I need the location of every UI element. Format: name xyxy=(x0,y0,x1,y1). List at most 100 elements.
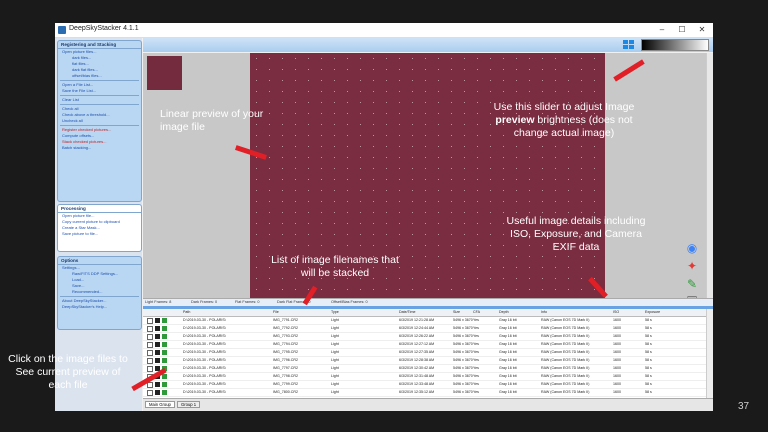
separator xyxy=(60,125,139,126)
table-scrollbar[interactable] xyxy=(706,309,713,398)
row-checkbox[interactable] xyxy=(147,350,153,356)
table-row[interactable]: D:\2019-03-30 - POLARIS\ IMG_7795.CR2 Ligh… xyxy=(143,349,706,357)
table-cell: 58 s xyxy=(645,390,652,394)
row-checkbox[interactable] xyxy=(147,318,153,324)
row-checkbox[interactable] xyxy=(147,334,153,340)
tab-group-1[interactable]: Group 1 xyxy=(177,401,201,408)
table-cell: RAW (Canon EOS 7D Mark II) xyxy=(541,366,590,370)
table-row[interactable]: D:\2019-03-30 - POLARIS\ IMG_7792.CR2 Ligh… xyxy=(143,325,706,333)
table-cell: Light xyxy=(331,318,339,322)
row-checkbox[interactable] xyxy=(147,366,153,372)
table-cell: IMG_7794.CR2 xyxy=(273,342,298,346)
table-cell: Light xyxy=(331,350,339,354)
tab-light[interactable]: Light Frames: 8 xyxy=(145,300,171,304)
table-cell: 5496 x 3670 xyxy=(453,318,473,322)
col-size[interactable]: Size xyxy=(453,310,460,314)
separator xyxy=(60,296,139,297)
sidebar-registering-item[interactable]: Clear List xyxy=(58,97,141,103)
tab-dark[interactable]: Dark Frames: 0 xyxy=(191,300,217,304)
row-checkbox[interactable] xyxy=(147,342,153,348)
table-cell: Gray 16 bit xyxy=(499,350,517,354)
close-button[interactable]: ✕ xyxy=(695,24,709,35)
table-cell: RAW (Canon EOS 7D Mark II) xyxy=(541,326,590,330)
sidebar-options-item[interactable]: DeepSkyStacker's Help... xyxy=(58,304,141,310)
status-icon xyxy=(162,374,167,379)
table-cell: Yes xyxy=(473,374,479,378)
col-file[interactable]: File xyxy=(273,310,279,314)
annotation-click: Click on the image files to See current … xyxy=(8,353,128,391)
eye-icon[interactable]: ◉ xyxy=(685,241,699,255)
sidebar-registering-item[interactable]: offset/bias files... xyxy=(58,73,141,79)
table-row[interactable]: D:\2019-03-30 - POLARIS\ IMG_7794.CR2 Ligh… xyxy=(143,341,706,349)
sidebar-registering-item[interactable]: Batch stacking... xyxy=(58,145,141,151)
table-cell: Light xyxy=(331,382,339,386)
maximize-button[interactable]: ☐ xyxy=(675,24,689,35)
row-checkbox[interactable] xyxy=(147,390,153,396)
table-cell: 5496 x 3670 xyxy=(453,382,473,386)
frame-type-icon xyxy=(155,318,160,323)
grid-icon[interactable] xyxy=(623,40,636,51)
row-checkbox[interactable] xyxy=(147,326,153,332)
table-cell: Gray 16 bit xyxy=(499,342,517,346)
table-row[interactable]: D:\2019-03-30 - POLARIS\ IMG_7798.CR2 Ligh… xyxy=(143,373,706,381)
minimize-button[interactable]: – xyxy=(655,24,669,35)
table-row[interactable]: D:\2019-03-30 - POLARIS\ IMG_7797.CR2 Ligh… xyxy=(143,365,706,373)
row-checkbox[interactable] xyxy=(147,358,153,364)
brightness-slider[interactable] xyxy=(641,39,709,51)
table-cell: Gray 16 bit xyxy=(499,326,517,330)
table-cell: 1600 xyxy=(613,326,621,330)
table-row[interactable]: D:\2019-03-30 - POLARIS\ IMG_7791.CR2 Ligh… xyxy=(143,317,706,325)
preview-scrollbar[interactable] xyxy=(706,53,713,298)
table-row[interactable]: D:\2019-03-30 - POLARIS\ IMG_7793.CR2 Ligh… xyxy=(143,333,706,341)
table-cell: 6/3/2019 12:33:48 AM xyxy=(399,382,435,386)
table-cell: 5496 x 3670 xyxy=(453,342,473,346)
sidebar-processing-item[interactable]: Save picture to file... xyxy=(58,231,141,237)
title-bar: DeepSkyStacker 4.1.1 – ☐ ✕ xyxy=(55,23,713,38)
table-cell: RAW (Canon EOS 7D Mark II) xyxy=(541,350,590,354)
table-cell: 6/3/2019 12:27:12 AM xyxy=(399,342,435,346)
col-info[interactable]: Info xyxy=(541,310,547,314)
table-cell: D:\2019-03-30 - POLARIS\ xyxy=(183,382,226,386)
table-cell: Light xyxy=(331,334,339,338)
col-cfa[interactable]: CFA xyxy=(473,310,480,314)
table-row[interactable]: D:\2019-03-30 - POLARIS\ IMG_7799.CR2 Ligh… xyxy=(143,381,706,389)
table-cell: Gray 16 bit xyxy=(499,318,517,322)
emphasis: preview xyxy=(495,114,535,126)
table-cell: IMG_7798.CR2 xyxy=(273,374,298,378)
col-exposure[interactable]: Exposure xyxy=(645,310,660,314)
table-cell: D:\2019-03-30 - POLARIS\ xyxy=(183,350,226,354)
preview-thumbnail[interactable] xyxy=(147,56,182,90)
table-cell: D:\2019-03-30 - POLARIS\ xyxy=(183,358,226,362)
table-cell: RAW (Canon EOS 7D Mark II) xyxy=(541,358,590,362)
table-row[interactable]: D:\2019-03-30 - POLARIS\ IMG_7800.CR2 Ligh… xyxy=(143,389,706,397)
col-depth[interactable]: Depth xyxy=(499,310,509,314)
table-cell: 6/3/2019 12:21:28 AM xyxy=(399,318,435,322)
frame-type-icon xyxy=(155,358,160,363)
tab-flat[interactable]: Flat Frames: 0 xyxy=(235,300,259,304)
table-cell: 5496 x 3670 xyxy=(453,326,473,330)
col-type[interactable]: Type xyxy=(331,310,339,314)
table-cell: Light xyxy=(331,342,339,346)
table-cell: 6/3/2019 12:27:35 AM xyxy=(399,350,435,354)
tab-main-group[interactable]: Main Group xyxy=(145,401,175,408)
col-path[interactable]: Path xyxy=(183,310,190,314)
pen-icon[interactable]: ✎ xyxy=(685,277,699,291)
table-cell: Gray 16 bit xyxy=(499,366,517,370)
table-cell: 6/3/2019 12:28:38 AM xyxy=(399,358,435,362)
sidebar-registering-item[interactable]: Uncheck all xyxy=(58,118,141,124)
sidebar-registering-item[interactable]: Save the File List... xyxy=(58,88,141,94)
table-cell: RAW (Canon EOS 7D Mark II) xyxy=(541,318,590,322)
table-cell: IMG_7796.CR2 xyxy=(273,358,298,362)
table-cell: IMG_7795.CR2 xyxy=(273,350,298,354)
col-datetime[interactable]: Date/Time xyxy=(399,310,415,314)
page-number: 37 xyxy=(738,401,750,412)
col-iso[interactable]: ISO xyxy=(613,310,619,314)
table-row[interactable]: D:\2019-03-30 - POLARIS\ IMG_7796.CR2 Ligh… xyxy=(143,357,706,365)
sidebar-options-item[interactable]: Recommended... xyxy=(58,289,141,295)
status-icon xyxy=(162,390,167,395)
table-cell: 6/3/2019 12:24:44 AM xyxy=(399,326,435,330)
tab-offset[interactable]: Offset/Bias Frames: 0 xyxy=(331,300,368,304)
annotation-slider-text: Use this slider to adjust Image preview … xyxy=(493,101,635,139)
table-cell: 58 s xyxy=(645,318,652,322)
star-icon[interactable]: ✦ xyxy=(685,259,699,273)
